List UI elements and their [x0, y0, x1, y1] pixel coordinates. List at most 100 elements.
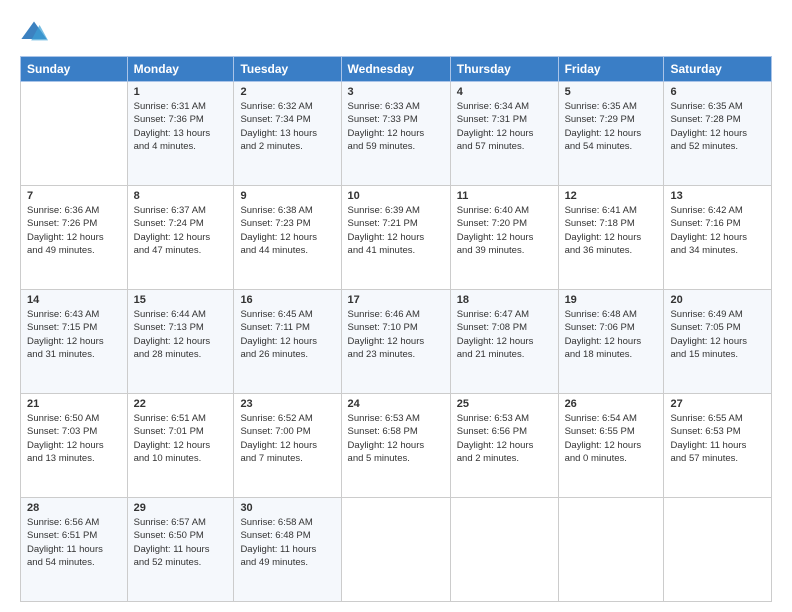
col-header-sunday: Sunday: [21, 57, 128, 82]
day-number: 11: [457, 190, 552, 202]
col-header-friday: Friday: [558, 57, 664, 82]
day-info: Sunrise: 6:32 AM Sunset: 7:34 PM Dayligh…: [240, 100, 334, 153]
day-number: 16: [240, 294, 334, 306]
header: [20, 18, 772, 46]
day-number: 9: [240, 190, 334, 202]
day-cell: 5 Sunrise: 6:35 AM Sunset: 7:29 PM Daylig…: [558, 82, 664, 186]
day-info: Sunrise: 6:37 AM Sunset: 7:24 PM Dayligh…: [134, 204, 228, 257]
day-info: Sunrise: 6:48 AM Sunset: 7:06 PM Dayligh…: [565, 308, 658, 361]
day-cell: 4 Sunrise: 6:34 AM Sunset: 7:31 PM Daylig…: [450, 82, 558, 186]
day-number: 25: [457, 398, 552, 410]
day-info: Sunrise: 6:51 AM Sunset: 7:01 PM Dayligh…: [134, 412, 228, 465]
logo-icon: [20, 18, 48, 46]
day-cell: 15 Sunrise: 6:44 AM Sunset: 7:13 PM Dayli…: [127, 290, 234, 394]
day-cell: 11 Sunrise: 6:40 AM Sunset: 7:20 PM Dayli…: [450, 186, 558, 290]
day-cell: 28 Sunrise: 6:56 AM Sunset: 6:51 PM Dayli…: [21, 498, 128, 602]
day-info: Sunrise: 6:39 AM Sunset: 7:21 PM Dayligh…: [348, 204, 444, 257]
day-cell: [21, 82, 128, 186]
day-info: Sunrise: 6:35 AM Sunset: 7:28 PM Dayligh…: [670, 100, 765, 153]
day-info: Sunrise: 6:34 AM Sunset: 7:31 PM Dayligh…: [457, 100, 552, 153]
day-cell: 1 Sunrise: 6:31 AM Sunset: 7:36 PM Daylig…: [127, 82, 234, 186]
logo: [20, 18, 52, 46]
day-number: 24: [348, 398, 444, 410]
col-header-saturday: Saturday: [664, 57, 772, 82]
day-info: Sunrise: 6:57 AM Sunset: 6:50 PM Dayligh…: [134, 516, 228, 569]
day-number: 30: [240, 502, 334, 514]
day-info: Sunrise: 6:33 AM Sunset: 7:33 PM Dayligh…: [348, 100, 444, 153]
col-header-wednesday: Wednesday: [341, 57, 450, 82]
day-info: Sunrise: 6:55 AM Sunset: 6:53 PM Dayligh…: [670, 412, 765, 465]
day-cell: 23 Sunrise: 6:52 AM Sunset: 7:00 PM Dayli…: [234, 394, 341, 498]
day-cell: 20 Sunrise: 6:49 AM Sunset: 7:05 PM Dayli…: [664, 290, 772, 394]
day-info: Sunrise: 6:38 AM Sunset: 7:23 PM Dayligh…: [240, 204, 334, 257]
day-cell: 30 Sunrise: 6:58 AM Sunset: 6:48 PM Dayli…: [234, 498, 341, 602]
day-cell: 14Sunrise: 6:43 AM Sunset: 7:15 PM Dayli…: [21, 290, 128, 394]
day-number: 10: [348, 190, 444, 202]
day-number: 6: [670, 86, 765, 98]
day-cell: 25 Sunrise: 6:53 AM Sunset: 6:56 PM Dayli…: [450, 394, 558, 498]
day-number: 2: [240, 86, 334, 98]
day-number: 26: [565, 398, 658, 410]
day-info: Sunrise: 6:56 AM Sunset: 6:51 PM Dayligh…: [27, 516, 121, 569]
day-number: 7: [27, 190, 121, 202]
day-cell: 13Sunrise: 6:42 AM Sunset: 7:16 PM Dayli…: [664, 186, 772, 290]
day-cell: 7 Sunrise: 6:36 AM Sunset: 7:26 PM Daylig…: [21, 186, 128, 290]
day-info: Sunrise: 6:40 AM Sunset: 7:20 PM Dayligh…: [457, 204, 552, 257]
day-number: 29: [134, 502, 228, 514]
day-cell: 19 Sunrise: 6:48 AM Sunset: 7:06 PM Dayli…: [558, 290, 664, 394]
day-cell: 2 Sunrise: 6:32 AM Sunset: 7:34 PM Daylig…: [234, 82, 341, 186]
day-number: 3: [348, 86, 444, 98]
day-number: 27: [670, 398, 765, 410]
week-row-4: 21Sunrise: 6:50 AM Sunset: 7:03 PM Dayli…: [21, 394, 772, 498]
day-cell: 6 Sunrise: 6:35 AM Sunset: 7:28 PM Daylig…: [664, 82, 772, 186]
day-info: Sunrise: 6:49 AM Sunset: 7:05 PM Dayligh…: [670, 308, 765, 361]
day-cell: 22 Sunrise: 6:51 AM Sunset: 7:01 PM Dayli…: [127, 394, 234, 498]
day-number: 23: [240, 398, 334, 410]
day-info: Sunrise: 6:44 AM Sunset: 7:13 PM Dayligh…: [134, 308, 228, 361]
day-info: Sunrise: 6:41 AM Sunset: 7:18 PM Dayligh…: [565, 204, 658, 257]
col-header-tuesday: Tuesday: [234, 57, 341, 82]
day-number: 15: [134, 294, 228, 306]
day-number: 13: [670, 190, 765, 202]
day-cell: 16 Sunrise: 6:45 AM Sunset: 7:11 PM Dayli…: [234, 290, 341, 394]
day-number: 22: [134, 398, 228, 410]
day-info: Sunrise: 6:53 AM Sunset: 6:56 PM Dayligh…: [457, 412, 552, 465]
col-header-monday: Monday: [127, 57, 234, 82]
day-cell: 8Sunrise: 6:37 AM Sunset: 7:24 PM Daylig…: [127, 186, 234, 290]
day-number: 5: [565, 86, 658, 98]
day-cell: [664, 498, 772, 602]
day-number: 1: [134, 86, 228, 98]
day-cell: 18 Sunrise: 6:47 AM Sunset: 7:08 PM Dayli…: [450, 290, 558, 394]
week-row-5: 28 Sunrise: 6:56 AM Sunset: 6:51 PM Dayli…: [21, 498, 772, 602]
day-number: 19: [565, 294, 658, 306]
day-info: Sunrise: 6:53 AM Sunset: 6:58 PM Dayligh…: [348, 412, 444, 465]
day-cell: 10 Sunrise: 6:39 AM Sunset: 7:21 PM Dayli…: [341, 186, 450, 290]
day-cell: [558, 498, 664, 602]
day-number: 17: [348, 294, 444, 306]
day-number: 18: [457, 294, 552, 306]
day-cell: [341, 498, 450, 602]
calendar-table: SundayMondayTuesdayWednesdayThursdayFrid…: [20, 56, 772, 602]
week-row-1: 1 Sunrise: 6:31 AM Sunset: 7:36 PM Daylig…: [21, 82, 772, 186]
day-cell: 9 Sunrise: 6:38 AM Sunset: 7:23 PM Daylig…: [234, 186, 341, 290]
day-cell: 27 Sunrise: 6:55 AM Sunset: 6:53 PM Dayli…: [664, 394, 772, 498]
day-info: Sunrise: 6:35 AM Sunset: 7:29 PM Dayligh…: [565, 100, 658, 153]
day-info: Sunrise: 6:31 AM Sunset: 7:36 PM Dayligh…: [134, 100, 228, 153]
day-number: 20: [670, 294, 765, 306]
day-info: Sunrise: 6:47 AM Sunset: 7:08 PM Dayligh…: [457, 308, 552, 361]
day-cell: 26 Sunrise: 6:54 AM Sunset: 6:55 PM Dayli…: [558, 394, 664, 498]
day-info: Sunrise: 6:36 AM Sunset: 7:26 PM Dayligh…: [27, 204, 121, 257]
day-number: 28: [27, 502, 121, 514]
day-info: Sunrise: 6:43 AM Sunset: 7:15 PM Dayligh…: [27, 308, 121, 361]
day-info: Sunrise: 6:52 AM Sunset: 7:00 PM Dayligh…: [240, 412, 334, 465]
week-row-2: 7 Sunrise: 6:36 AM Sunset: 7:26 PM Daylig…: [21, 186, 772, 290]
day-number: 4: [457, 86, 552, 98]
day-cell: 29 Sunrise: 6:57 AM Sunset: 6:50 PM Dayli…: [127, 498, 234, 602]
col-header-thursday: Thursday: [450, 57, 558, 82]
day-info: Sunrise: 6:58 AM Sunset: 6:48 PM Dayligh…: [240, 516, 334, 569]
day-info: Sunrise: 6:45 AM Sunset: 7:11 PM Dayligh…: [240, 308, 334, 361]
day-number: 21: [27, 398, 121, 410]
day-info: Sunrise: 6:54 AM Sunset: 6:55 PM Dayligh…: [565, 412, 658, 465]
day-cell: 24 Sunrise: 6:53 AM Sunset: 6:58 PM Dayli…: [341, 394, 450, 498]
day-cell: 12Sunrise: 6:41 AM Sunset: 7:18 PM Dayli…: [558, 186, 664, 290]
